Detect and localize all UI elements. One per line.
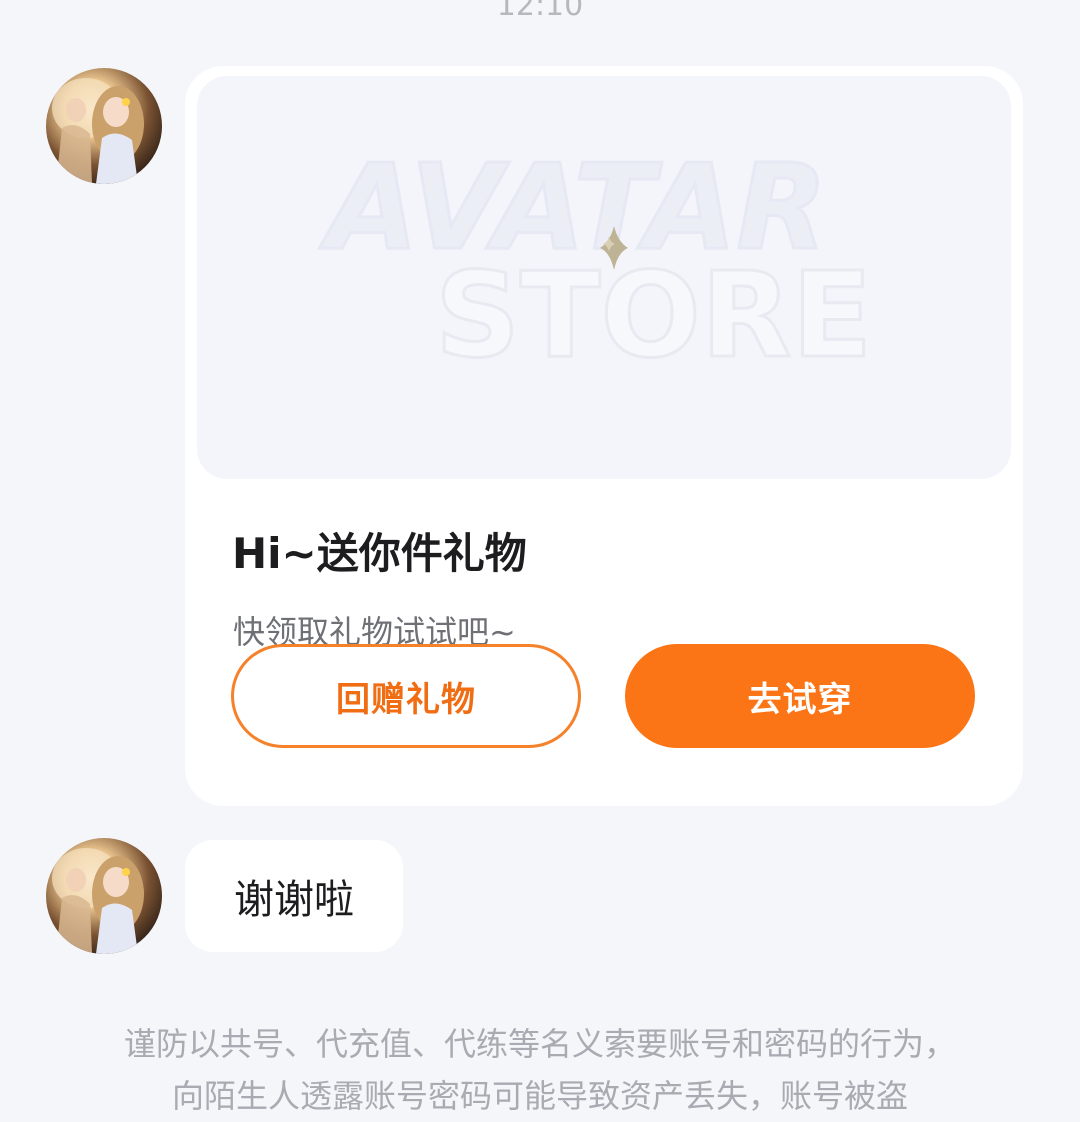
- message-text: 谢谢啦: [234, 877, 354, 923]
- safety-notice-line: 谨防以共号、代充值、代练等名义索要账号和密码的行为，: [123, 1025, 956, 1063]
- sender-avatar[interactable]: [46, 838, 162, 954]
- banner-store-word: STORE: [435, 246, 872, 384]
- safety-notice-line: 向陌生人透露账号密码可能导致资产丢失，账号被盗: [171, 1077, 908, 1115]
- avatar-store-banner: AVATAR STORE: [197, 76, 1011, 479]
- gift-message-card[interactable]: AVATAR STORE Hi~送你件礼物 快领取礼物试试吧~ 回赠礼物 去试穿: [185, 66, 1023, 806]
- avatar-illustration: [52, 848, 144, 954]
- return-gift-button[interactable]: 回赠礼物: [231, 644, 581, 748]
- try-on-button[interactable]: 去试穿: [625, 644, 975, 748]
- gift-title: Hi~送你件礼物: [232, 529, 527, 578]
- message-timestamp: 12:10: [496, 0, 584, 23]
- text-message-bubble[interactable]: 谢谢啦: [185, 840, 403, 952]
- avatar-illustration: [52, 78, 144, 184]
- sender-avatar[interactable]: [46, 68, 162, 184]
- safety-notice: 谨防以共号、代充值、代练等名义索要账号和密码的行为， 向陌生人透露账号密码可能导…: [60, 1018, 1020, 1122]
